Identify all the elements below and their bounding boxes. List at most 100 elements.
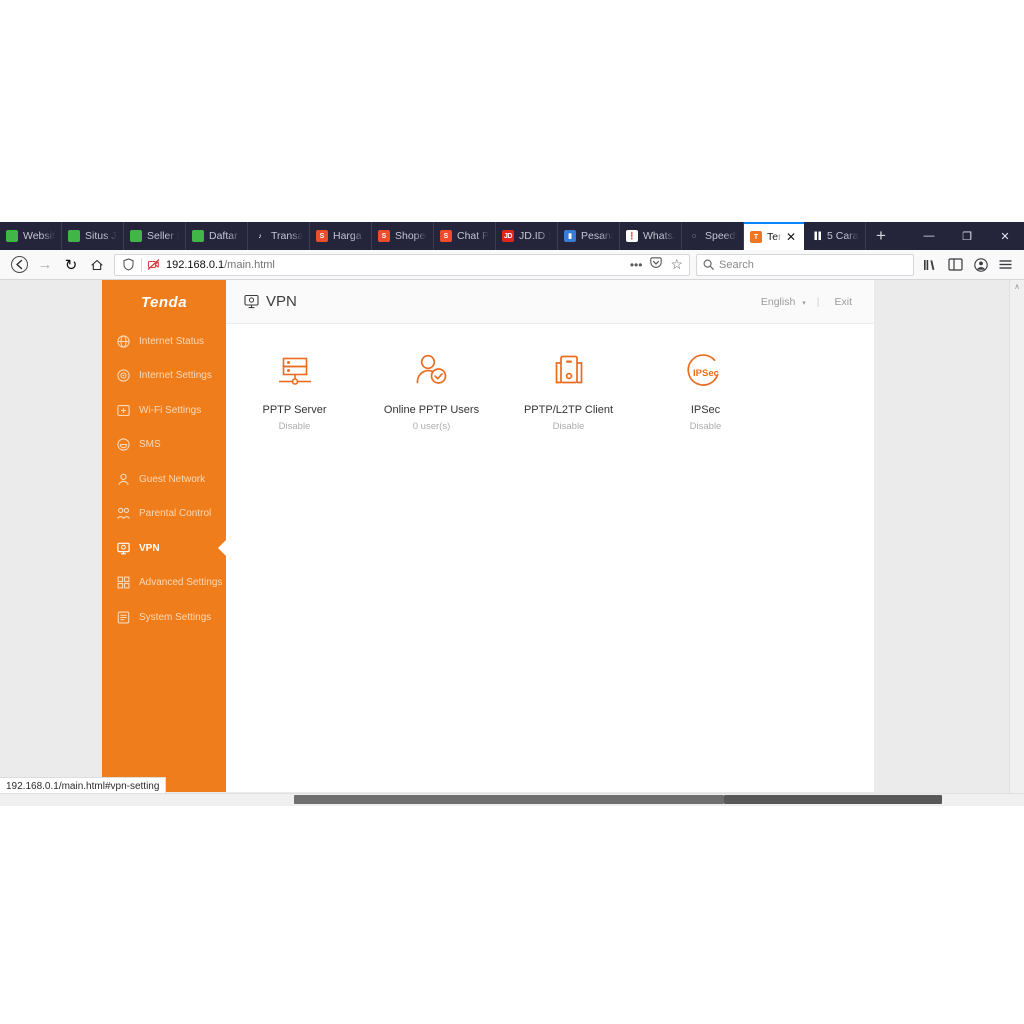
sidebar-nav-list: Internet Status Internet Settings Wi-Fi Se… <box>102 324 227 635</box>
list-icon <box>116 610 131 625</box>
browser-tab[interactable]: ▮ Pesanan <box>558 222 620 250</box>
back-button[interactable] <box>6 252 32 278</box>
tab-label: Harga t <box>333 230 365 242</box>
wifi-box-icon <box>116 403 131 418</box>
vpn-card-ipsec[interactable]: IPSec IPSec Disable <box>637 350 774 432</box>
horizontal-scrollbar[interactable] <box>0 793 1024 806</box>
sidebar-item-guest-network[interactable]: Guest Network <box>102 462 226 497</box>
tab-label: Daftar F <box>209 230 241 242</box>
tab-close-icon[interactable]: ✕ <box>784 230 798 244</box>
language-label: English <box>760 295 796 308</box>
tab-strip: Website Situs Ju Seller D Daftar F ♪ Transak S… <box>0 222 1024 250</box>
sidebar-item-label: Advanced Settings <box>139 577 223 589</box>
tab-label: Tend <box>767 231 782 243</box>
sidebar-item-internet-status[interactable]: Internet Status <box>102 324 226 359</box>
tab-label: Chat Pe <box>457 230 489 242</box>
router-sidebar: Tenda Internet Status Internet Settings Wi… <box>102 280 227 792</box>
vpn-card-status: 0 user(s) <box>412 421 451 432</box>
search-bar[interactable]: Search <box>696 253 914 276</box>
ipsec-icon-text: IPSec <box>693 368 719 379</box>
sidebar-item-system-settings[interactable]: System Settings <box>102 600 226 635</box>
browser-tab[interactable]: Website <box>0 222 62 250</box>
sidebar-item-label: System Settings <box>139 611 212 623</box>
sidebar-item-label: SMS <box>139 439 161 451</box>
page-header: VPN English ▾ | Exit <box>226 280 874 324</box>
url-host: 192.168.0.1 <box>166 258 225 271</box>
monitor-icon <box>244 294 259 309</box>
sidebar-item-sms[interactable]: SMS <box>102 428 226 463</box>
content-viewport: Tenda Internet Status Internet Settings Wi… <box>0 280 1024 804</box>
vpn-card-pptp-l2tp-client[interactable]: PPTP/L2TP Client Disable <box>500 350 637 432</box>
vpn-card-name: PPTP Server <box>262 404 327 416</box>
address-bar[interactable]: 192.168.0.1 /main.html ••• ☆ <box>114 253 690 276</box>
tokopedia-icon <box>6 230 18 242</box>
vpn-card-name: IPSec <box>690 404 721 416</box>
account-icon[interactable] <box>968 252 993 278</box>
browser-tab[interactable]: ❗ WhatsA <box>620 222 682 250</box>
sidebar-item-internet-settings[interactable]: Internet Settings <box>102 359 226 394</box>
browser-tab[interactable]: Daftar F <box>186 222 248 250</box>
vpn-card-pptp-server[interactable]: PPTP Server Disable <box>226 350 363 432</box>
search-icon <box>703 259 714 270</box>
shopee-icon: S <box>440 230 452 242</box>
scroll-up-arrow[interactable]: ∧ <box>1010 282 1024 291</box>
browser-tab[interactable]: ◌ Speedte <box>682 222 744 250</box>
gear-icon <box>116 368 131 383</box>
horizontal-scroll-thumb-secondary[interactable] <box>724 795 942 804</box>
language-selector[interactable]: English ▾ <box>761 296 806 308</box>
sidebar-item-parental-control[interactable]: Parental Control <box>102 497 226 532</box>
close-window-button[interactable]: ✕ <box>986 222 1024 250</box>
library-icon[interactable] <box>918 252 943 278</box>
forward-button[interactable]: → <box>32 252 58 278</box>
browser-tab[interactable]: S Harga t <box>310 222 372 250</box>
menu-icon[interactable] <box>993 252 1018 278</box>
tokopedia-icon <box>68 230 80 242</box>
tokopedia-icon <box>130 230 142 242</box>
vertical-scrollbar[interactable]: ∧ ∨ <box>1009 280 1024 804</box>
status-bar: 192.168.0.1/main.html#vpn-setting <box>0 777 167 794</box>
tab-label: Speedte <box>705 230 737 242</box>
browser-tab-active[interactable]: T Tend✕ <box>744 222 804 250</box>
horizontal-scroll-thumb[interactable] <box>294 795 724 804</box>
minimize-button[interactable]: — <box>910 222 948 250</box>
browser-tab[interactable]: JD JD.ID S <box>496 222 558 250</box>
jdid-icon: JD <box>502 230 514 242</box>
home-button[interactable] <box>84 252 110 278</box>
exit-button[interactable]: Exit <box>834 296 852 308</box>
tab-label: Seller D <box>147 230 179 242</box>
bookmark-star-icon[interactable]: ☆ <box>670 256 683 273</box>
maximize-button[interactable]: ❐ <box>948 222 986 250</box>
browser-tab[interactable]: Seller D <box>124 222 186 250</box>
no-camera-icon[interactable] <box>147 258 160 271</box>
browser-tab[interactable]: S Chat Pe <box>434 222 496 250</box>
tenda-logo: Tenda <box>102 280 226 324</box>
user-check-icon <box>412 350 452 392</box>
sidebar-icon[interactable] <box>943 252 968 278</box>
sidebar-item-wi-fi-settings[interactable]: Wi-Fi Settings <box>102 393 226 428</box>
search-placeholder: Search <box>719 258 754 271</box>
vpn-card-status: Disable <box>278 421 311 432</box>
reload-button[interactable]: ↻ <box>58 252 84 278</box>
grid-icon <box>116 575 131 590</box>
chevron-down-icon: ▾ <box>802 299 806 307</box>
vpn-card-name: PPTP/L2TP Client <box>523 404 614 416</box>
pocket-icon[interactable] <box>649 256 663 273</box>
new-tab-button[interactable]: + <box>866 222 896 250</box>
vpn-card-online-pptp-users[interactable]: Online PPTP Users 0 user(s) <box>363 350 500 432</box>
sidebar-item-vpn[interactable]: VPN <box>102 531 227 566</box>
vpn-card-status: Disable <box>689 421 722 432</box>
browser-tab[interactable]: Situs Ju <box>62 222 124 250</box>
tokopedia-icon <box>192 230 204 242</box>
sidebar-item-label: Wi-Fi Settings <box>139 404 202 416</box>
tenda-logo-text: Tenda <box>140 293 188 311</box>
shield-icon[interactable] <box>121 257 136 272</box>
tiktok-icon: ♪ <box>254 230 266 242</box>
header-divider: | <box>816 295 820 308</box>
browser-tab[interactable]: ♪ Transak <box>248 222 310 250</box>
page-actions-icon[interactable]: ••• <box>630 258 643 272</box>
browser-tab[interactable]: ▐▐ 5 Cara S <box>804 222 866 250</box>
browser-tab[interactable]: S Shopee <box>372 222 434 250</box>
speedtest-icon: ◌ <box>688 230 700 242</box>
globe-icon <box>116 334 131 349</box>
sidebar-item-advanced-settings[interactable]: Advanced Settings <box>102 566 226 601</box>
